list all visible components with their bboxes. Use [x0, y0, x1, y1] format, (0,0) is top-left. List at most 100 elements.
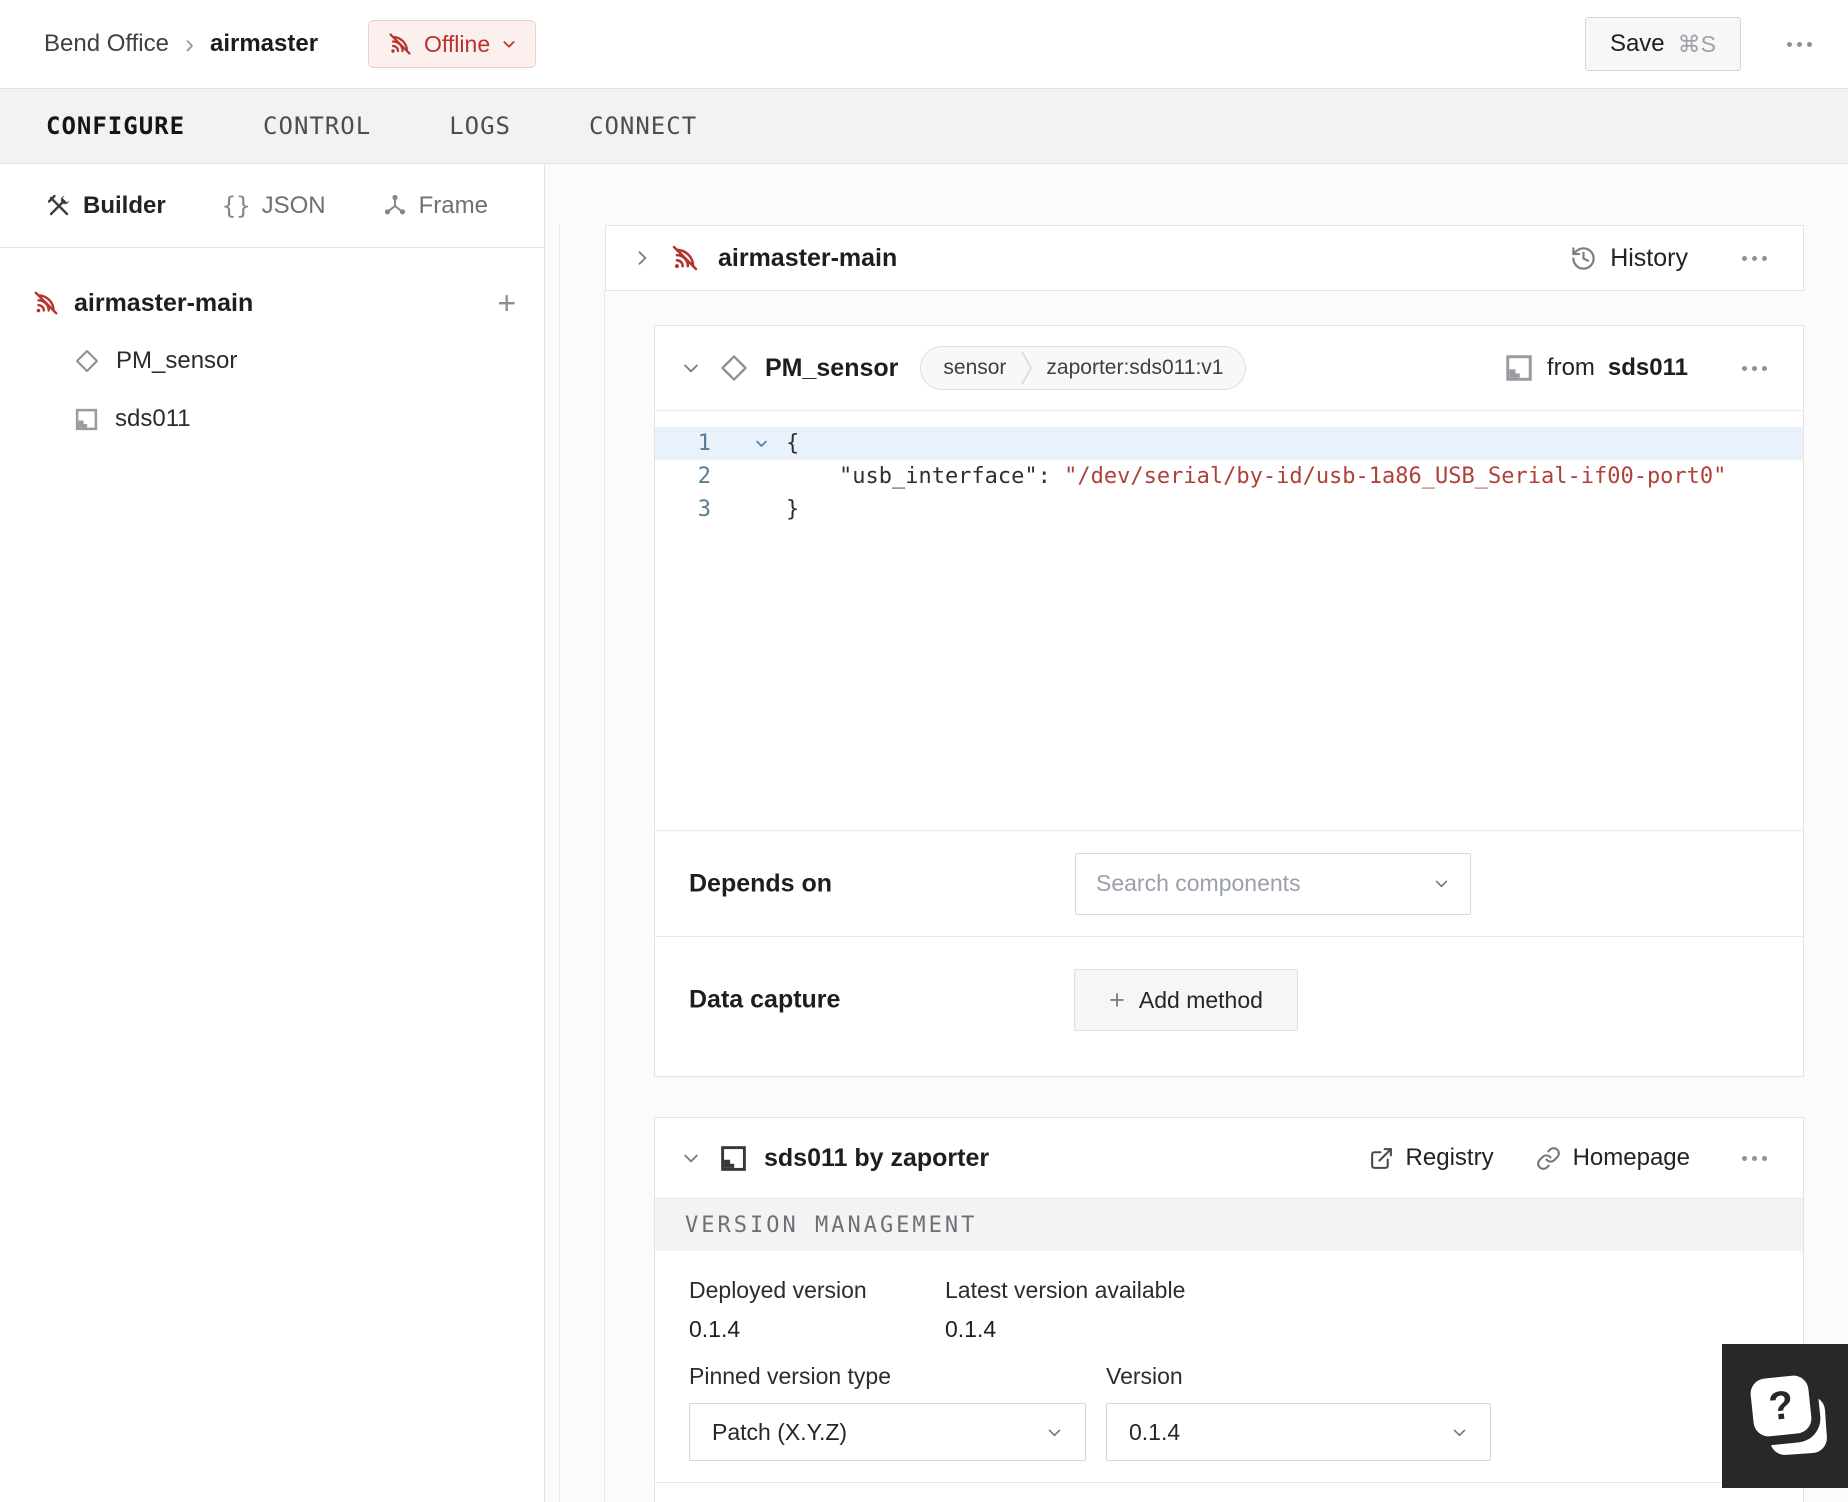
- save-button[interactable]: Save ⌘S: [1584, 17, 1741, 71]
- mode-frame[interactable]: Frame: [382, 192, 488, 220]
- add-component-button[interactable]: +: [497, 287, 516, 319]
- tree-item-part[interactable]: airmaster-main +: [0, 274, 544, 332]
- tools-icon: [46, 193, 72, 219]
- frame-axes-icon: [382, 193, 408, 219]
- config-main-panel: airmaster-main History PM_sensor sensor …: [545, 164, 1848, 1502]
- registry-label: Registry: [1405, 1144, 1494, 1171]
- module-overflow-menu-button[interactable]: [1732, 1146, 1777, 1171]
- section-tabs: CONFIGURE CONTROL LOGS CONNECT: [0, 88, 1848, 164]
- registry-link[interactable]: Registry: [1369, 1144, 1494, 1172]
- code-text: "usb_interface": "/dev/serial/by-id/usb-…: [786, 464, 1727, 489]
- from-module-name: sds011: [1607, 354, 1688, 381]
- question-mark-icon: ?: [1749, 1374, 1813, 1438]
- code-text: {: [786, 431, 800, 456]
- component-type-model-badge: sensor zaporter:sds011:v1: [920, 346, 1247, 390]
- data-capture-label: Data capture: [689, 985, 841, 1014]
- component-overflow-menu-button[interactable]: [1732, 356, 1777, 381]
- breadcrumb-location[interactable]: Bend Office: [44, 30, 169, 58]
- from-module-link[interactable]: from sds011: [1504, 353, 1688, 383]
- from-prefix: from: [1546, 354, 1595, 381]
- version-management-header: VERSION MANAGEMENT: [655, 1198, 1803, 1251]
- add-method-label: Add method: [1138, 986, 1263, 1013]
- config-sidebar: Builder {} JSON Frame airmaster-main + P…: [0, 164, 545, 1502]
- code-text: }: [786, 497, 800, 522]
- braces-icon: {}: [221, 191, 251, 220]
- deployed-version-label: Deployed version: [689, 1277, 867, 1303]
- mode-builder[interactable]: Builder: [46, 192, 166, 220]
- component-group-guide-line: [604, 291, 605, 1502]
- link-icon: [1536, 1146, 1561, 1171]
- pinned-version-type-dropdown[interactable]: Patch (X.Y.Z): [689, 1403, 1086, 1461]
- badge-divider: [1020, 347, 1034, 389]
- module-icon: [74, 407, 99, 432]
- latest-version-label: Latest version available: [945, 1277, 1186, 1303]
- version-label: Version: [1106, 1363, 1183, 1389]
- tab-configure[interactable]: CONFIGURE: [46, 112, 185, 140]
- view-mode-switcher: Builder {} JSON Frame: [0, 164, 544, 248]
- more-icon: [1742, 255, 1767, 261]
- tab-logs[interactable]: LOGS: [449, 112, 511, 140]
- component-model: zaporter:sds011:v1: [1046, 356, 1224, 379]
- history-label: History: [1610, 243, 1688, 272]
- tree-item-module[interactable]: sds011: [0, 390, 544, 448]
- homepage-label: Homepage: [1572, 1144, 1690, 1171]
- deployed-version-value: 0.1.4: [689, 1316, 741, 1342]
- code-line: 2 "usb_interface": "/dev/serial/by-id/us…: [655, 460, 1803, 493]
- save-label: Save: [1609, 30, 1665, 57]
- chevron-down-icon: [1451, 1424, 1468, 1441]
- line-number: 2: [697, 464, 711, 489]
- collapse-chevron-down-icon[interactable]: [681, 1148, 701, 1168]
- collapse-chevron-right-icon[interactable]: [632, 248, 652, 268]
- module-title: sds011 by zaporter: [764, 1143, 990, 1172]
- status-label: Offline: [424, 30, 491, 57]
- wifi-off-icon: [32, 289, 60, 317]
- version-management-title: VERSION MANAGEMENT: [685, 1212, 978, 1238]
- depends-on-label: Depends on: [689, 869, 833, 897]
- component-title: PM_sensor: [765, 353, 899, 382]
- depends-on-select[interactable]: Search components: [1075, 852, 1471, 915]
- module-card-header: sds011 by zaporter Registry Homepage: [655, 1118, 1803, 1198]
- tree-module-label: sds011: [115, 405, 191, 432]
- latest-version-value: 0.1.4: [945, 1316, 997, 1342]
- mode-json-label: JSON: [261, 191, 326, 219]
- chevron-down-icon: [1433, 875, 1450, 892]
- top-bar: Bend Office › airmaster Offline Save ⌘S: [0, 0, 1848, 88]
- code-string-value: "/dev/serial/by-id/usb-1a86_USB_Serial-i…: [1064, 464, 1727, 489]
- machine-tree: airmaster-main + PM_sensor sds011: [0, 248, 544, 448]
- history-button[interactable]: History: [1570, 244, 1688, 273]
- fold-chevron-icon[interactable]: [711, 436, 781, 451]
- pinned-version-type-label: Pinned version type: [689, 1363, 892, 1389]
- module-icon: [1504, 353, 1534, 383]
- tree-component-label: PM_sensor: [116, 347, 238, 374]
- external-link-icon: [1369, 1146, 1394, 1171]
- component-card-header: PM_sensor sensor zaporter:sds011:v1 from…: [655, 326, 1803, 410]
- diamond-icon: [719, 353, 749, 383]
- plus-icon: +: [1109, 984, 1125, 1015]
- part-group-guide-line: [559, 225, 560, 1502]
- tree-item-component[interactable]: PM_sensor: [0, 332, 544, 390]
- mode-json[interactable]: {} JSON: [222, 192, 326, 220]
- component-type: sensor: [943, 356, 1007, 379]
- version-dropdown[interactable]: 0.1.4: [1106, 1403, 1491, 1461]
- chevron-right-icon: ›: [184, 28, 194, 59]
- module-icon: [719, 1144, 748, 1173]
- tab-connect[interactable]: CONNECT: [589, 112, 697, 140]
- diamond-icon: [74, 348, 100, 374]
- help-button[interactable]: ?: [1722, 1344, 1848, 1488]
- collapse-chevron-down-icon[interactable]: [681, 358, 701, 378]
- homepage-link[interactable]: Homepage: [1536, 1144, 1690, 1172]
- version-management-fields: Deployed version 0.1.4 Latest version av…: [655, 1251, 1803, 1483]
- attributes-json-editor[interactable]: 1 { 2 "usb_interface": "/dev/serial/by-i…: [655, 410, 1803, 831]
- tab-control[interactable]: CONTROL: [263, 112, 371, 140]
- code-line: 1 {: [655, 427, 1803, 460]
- topbar-overflow-menu-button[interactable]: [1777, 32, 1822, 57]
- mode-frame-label: Frame: [418, 191, 488, 219]
- machine-status-dropdown[interactable]: Offline: [368, 20, 537, 68]
- more-icon: [1742, 365, 1767, 371]
- add-method-button[interactable]: + Add method: [1074, 969, 1298, 1032]
- part-card: airmaster-main History: [605, 225, 1804, 291]
- data-capture-section: Data capture + Add method: [655, 937, 1803, 1078]
- part-title: airmaster-main: [718, 243, 898, 272]
- line-number: 3: [697, 497, 711, 522]
- part-overflow-menu-button[interactable]: [1732, 246, 1777, 271]
